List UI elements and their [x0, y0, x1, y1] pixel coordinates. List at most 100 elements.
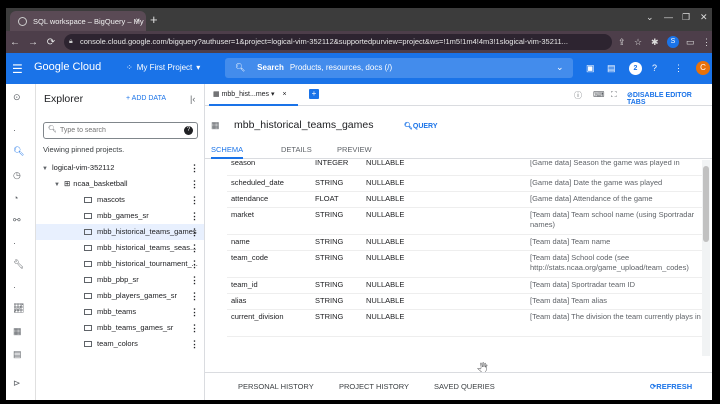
- tree-project-row[interactable]: ▼ logical-vim-352112 ⋮: [36, 160, 204, 176]
- account-avatar[interactable]: C: [696, 61, 710, 75]
- explorer-search-input[interactable]: [60, 125, 180, 136]
- forward-icon[interactable]: →: [24, 37, 42, 48]
- table-list-item[interactable]: mbb_teams_games_sr ⋮: [36, 320, 204, 336]
- tab-preview[interactable]: PREVIEW: [337, 145, 372, 154]
- hamburger-menu-icon[interactable]: ☰: [12, 62, 23, 76]
- dropdown-arrow-icon: ▾: [196, 63, 201, 72]
- schema-field-description: [Game data] Attendance of the game: [530, 194, 653, 203]
- project-picker[interactable]: ⁘ My First Project ▾: [126, 63, 200, 72]
- table-more-icon[interactable]: ⋮: [190, 288, 199, 304]
- dataset-more-icon[interactable]: ⋮: [190, 176, 199, 192]
- bigquery-icon[interactable]: ⊙: [13, 92, 21, 103]
- table-list-item[interactable]: mbb_players_games_sr ⋮: [36, 288, 204, 304]
- cloud-shell-icon[interactable]: ▣: [586, 63, 595, 74]
- extensions-icon[interactable]: ✱: [651, 37, 659, 48]
- personal-history-tab[interactable]: PERSONAL HISTORY: [238, 382, 314, 391]
- project-icon: ⁘: [126, 63, 133, 72]
- query-button[interactable]: 🔍︎QUERY: [404, 122, 438, 130]
- restore-icon[interactable]: ❐: [682, 12, 690, 23]
- collapse-panel-icon[interactable]: |‹: [190, 94, 195, 104]
- table-more-icon[interactable]: ⋮: [190, 224, 199, 240]
- analytics-icon[interactable]: 📈︎: [13, 303, 24, 314]
- table-more-icon[interactable]: ⋮: [190, 240, 199, 256]
- search-expand-icon[interactable]: ⌄: [556, 62, 564, 73]
- table-list-item[interactable]: mbb_games_sr ⋮: [36, 208, 204, 224]
- dashboard-icon[interactable]: ▦: [13, 326, 22, 337]
- expand-rail-icon[interactable]: ⊳: [13, 378, 21, 389]
- browser-tab[interactable]: SQL workspace – BigQuery – My ×: [10, 11, 146, 31]
- editor-tab[interactable]: ▦ mbb_hist...mes ▾ ×: [209, 84, 298, 106]
- dot-icon[interactable]: ·: [13, 125, 16, 135]
- chevron-down-icon[interactable]: ⌄: [646, 12, 654, 23]
- bookmark-star-icon[interactable]: ☆: [634, 37, 642, 48]
- notes-icon[interactable]: ▤: [13, 349, 22, 360]
- table-list-item[interactable]: mbb_historical_teams_seas... ⋮: [36, 240, 204, 256]
- schema-field-type: STRING: [315, 178, 344, 187]
- back-icon[interactable]: ←: [6, 37, 24, 48]
- clock-icon[interactable]: ◔: [13, 193, 18, 203]
- browser-profile-avatar[interactable]: S: [667, 36, 679, 48]
- tab-schema[interactable]: SCHEMA: [211, 145, 244, 159]
- schema-scrollbar[interactable]: [702, 160, 710, 356]
- search-nav-icon[interactable]: 🔍︎: [13, 146, 24, 157]
- browser-menu-icon[interactable]: ⋮: [702, 37, 711, 48]
- dot-icon-3[interactable]: ·: [13, 282, 16, 292]
- search-bar[interactable]: 🔍︎ Search Products, resources, docs (/): [235, 63, 392, 72]
- disable-editor-tabs-button[interactable]: ⊘DISABLE EDITOR TABS: [627, 91, 712, 106]
- table-more-icon[interactable]: ⋮: [190, 208, 199, 224]
- table-more-icon[interactable]: ⋮: [190, 320, 199, 336]
- lock-icon: 🔒︎: [69, 38, 73, 45]
- schema-field-name: scheduled_date: [231, 178, 284, 187]
- keyboard-icon[interactable]: ⌨: [593, 90, 605, 99]
- table-list-item[interactable]: team_colors ⋮: [36, 336, 204, 352]
- tab-search-icon[interactable]: ▭: [686, 37, 695, 48]
- history-icon[interactable]: ◷: [13, 170, 21, 181]
- url-field[interactable]: 🔒︎ console.cloud.google.com/bigquery?aut…: [64, 34, 612, 50]
- fullscreen-icon[interactable]: ⛶: [611, 90, 617, 100]
- schema-field-type: FLOAT: [315, 194, 339, 203]
- saved-queries-tab[interactable]: SAVED QUERIES: [434, 382, 495, 391]
- explorer-search[interactable]: 🔍︎ ?: [43, 122, 198, 139]
- minimize-icon[interactable]: —: [664, 12, 673, 22]
- table-more-icon[interactable]: ⋮: [190, 256, 199, 272]
- tree-dataset-row[interactable]: ▼ ⊞ ncaa_basketball ⋮: [36, 176, 204, 192]
- table-more-icon[interactable]: ⋮: [190, 304, 199, 320]
- info-icon[interactable]: ⓘ: [574, 90, 582, 101]
- dot-icon-2[interactable]: ·: [13, 238, 16, 248]
- table-more-icon[interactable]: ⋮: [190, 336, 199, 352]
- table-list-item[interactable]: mascots ⋮: [36, 192, 204, 208]
- tab-details[interactable]: DETAILS: [281, 145, 312, 154]
- schema-field-mode: NULLABLE: [366, 296, 405, 305]
- transfer-icon[interactable]: ⚯: [13, 215, 21, 226]
- new-tab-button[interactable]: +: [150, 12, 158, 27]
- share-icon[interactable]: ⇪: [618, 37, 626, 48]
- terminal-icon[interactable]: ▤: [607, 63, 616, 74]
- table-list-item[interactable]: mbb_teams ⋮: [36, 304, 204, 320]
- close-tab-icon[interactable]: ×: [135, 16, 140, 25]
- close-window-icon[interactable]: ✕: [700, 12, 708, 23]
- help-icon[interactable]: ?: [652, 63, 657, 73]
- tab-menu-icon[interactable]: ▾: [271, 91, 275, 98]
- help-icon[interactable]: ?: [184, 126, 193, 135]
- expand-caret-icon[interactable]: ▼: [54, 177, 64, 193]
- add-data-button[interactable]: + ADD DATA: [126, 95, 166, 102]
- table-more-icon[interactable]: ⋮: [190, 272, 199, 288]
- notifications-badge[interactable]: 2: [629, 62, 642, 75]
- schema-row: scheduled_date STRING NULLABLE [Game data] …: [227, 176, 702, 192]
- table-list-item[interactable]: mbb_historical_teams_games ⋮: [36, 224, 204, 240]
- table-icon: [84, 309, 92, 316]
- scrollbar-thumb[interactable]: [703, 166, 709, 242]
- table-list-item[interactable]: mbb_historical_tournament_... ⋮: [36, 256, 204, 272]
- new-query-tab-button[interactable]: +: [309, 89, 319, 99]
- reload-icon[interactable]: ⟳: [42, 37, 60, 48]
- google-cloud-logo[interactable]: Google Cloud: [34, 61, 101, 73]
- more-vert-icon[interactable]: ⋮: [674, 63, 683, 74]
- table-more-icon[interactable]: ⋮: [190, 192, 199, 208]
- expand-caret-icon[interactable]: ▼: [42, 161, 52, 177]
- refresh-button[interactable]: ⟳REFRESH: [650, 382, 692, 391]
- project-history-tab[interactable]: PROJECT HISTORY: [339, 382, 409, 391]
- close-tab-icon[interactable]: ×: [282, 91, 286, 98]
- wrench-icon[interactable]: 🔧︎: [13, 259, 24, 270]
- project-more-icon[interactable]: ⋮: [190, 160, 199, 176]
- table-list-item[interactable]: mbb_pbp_sr ⋮: [36, 272, 204, 288]
